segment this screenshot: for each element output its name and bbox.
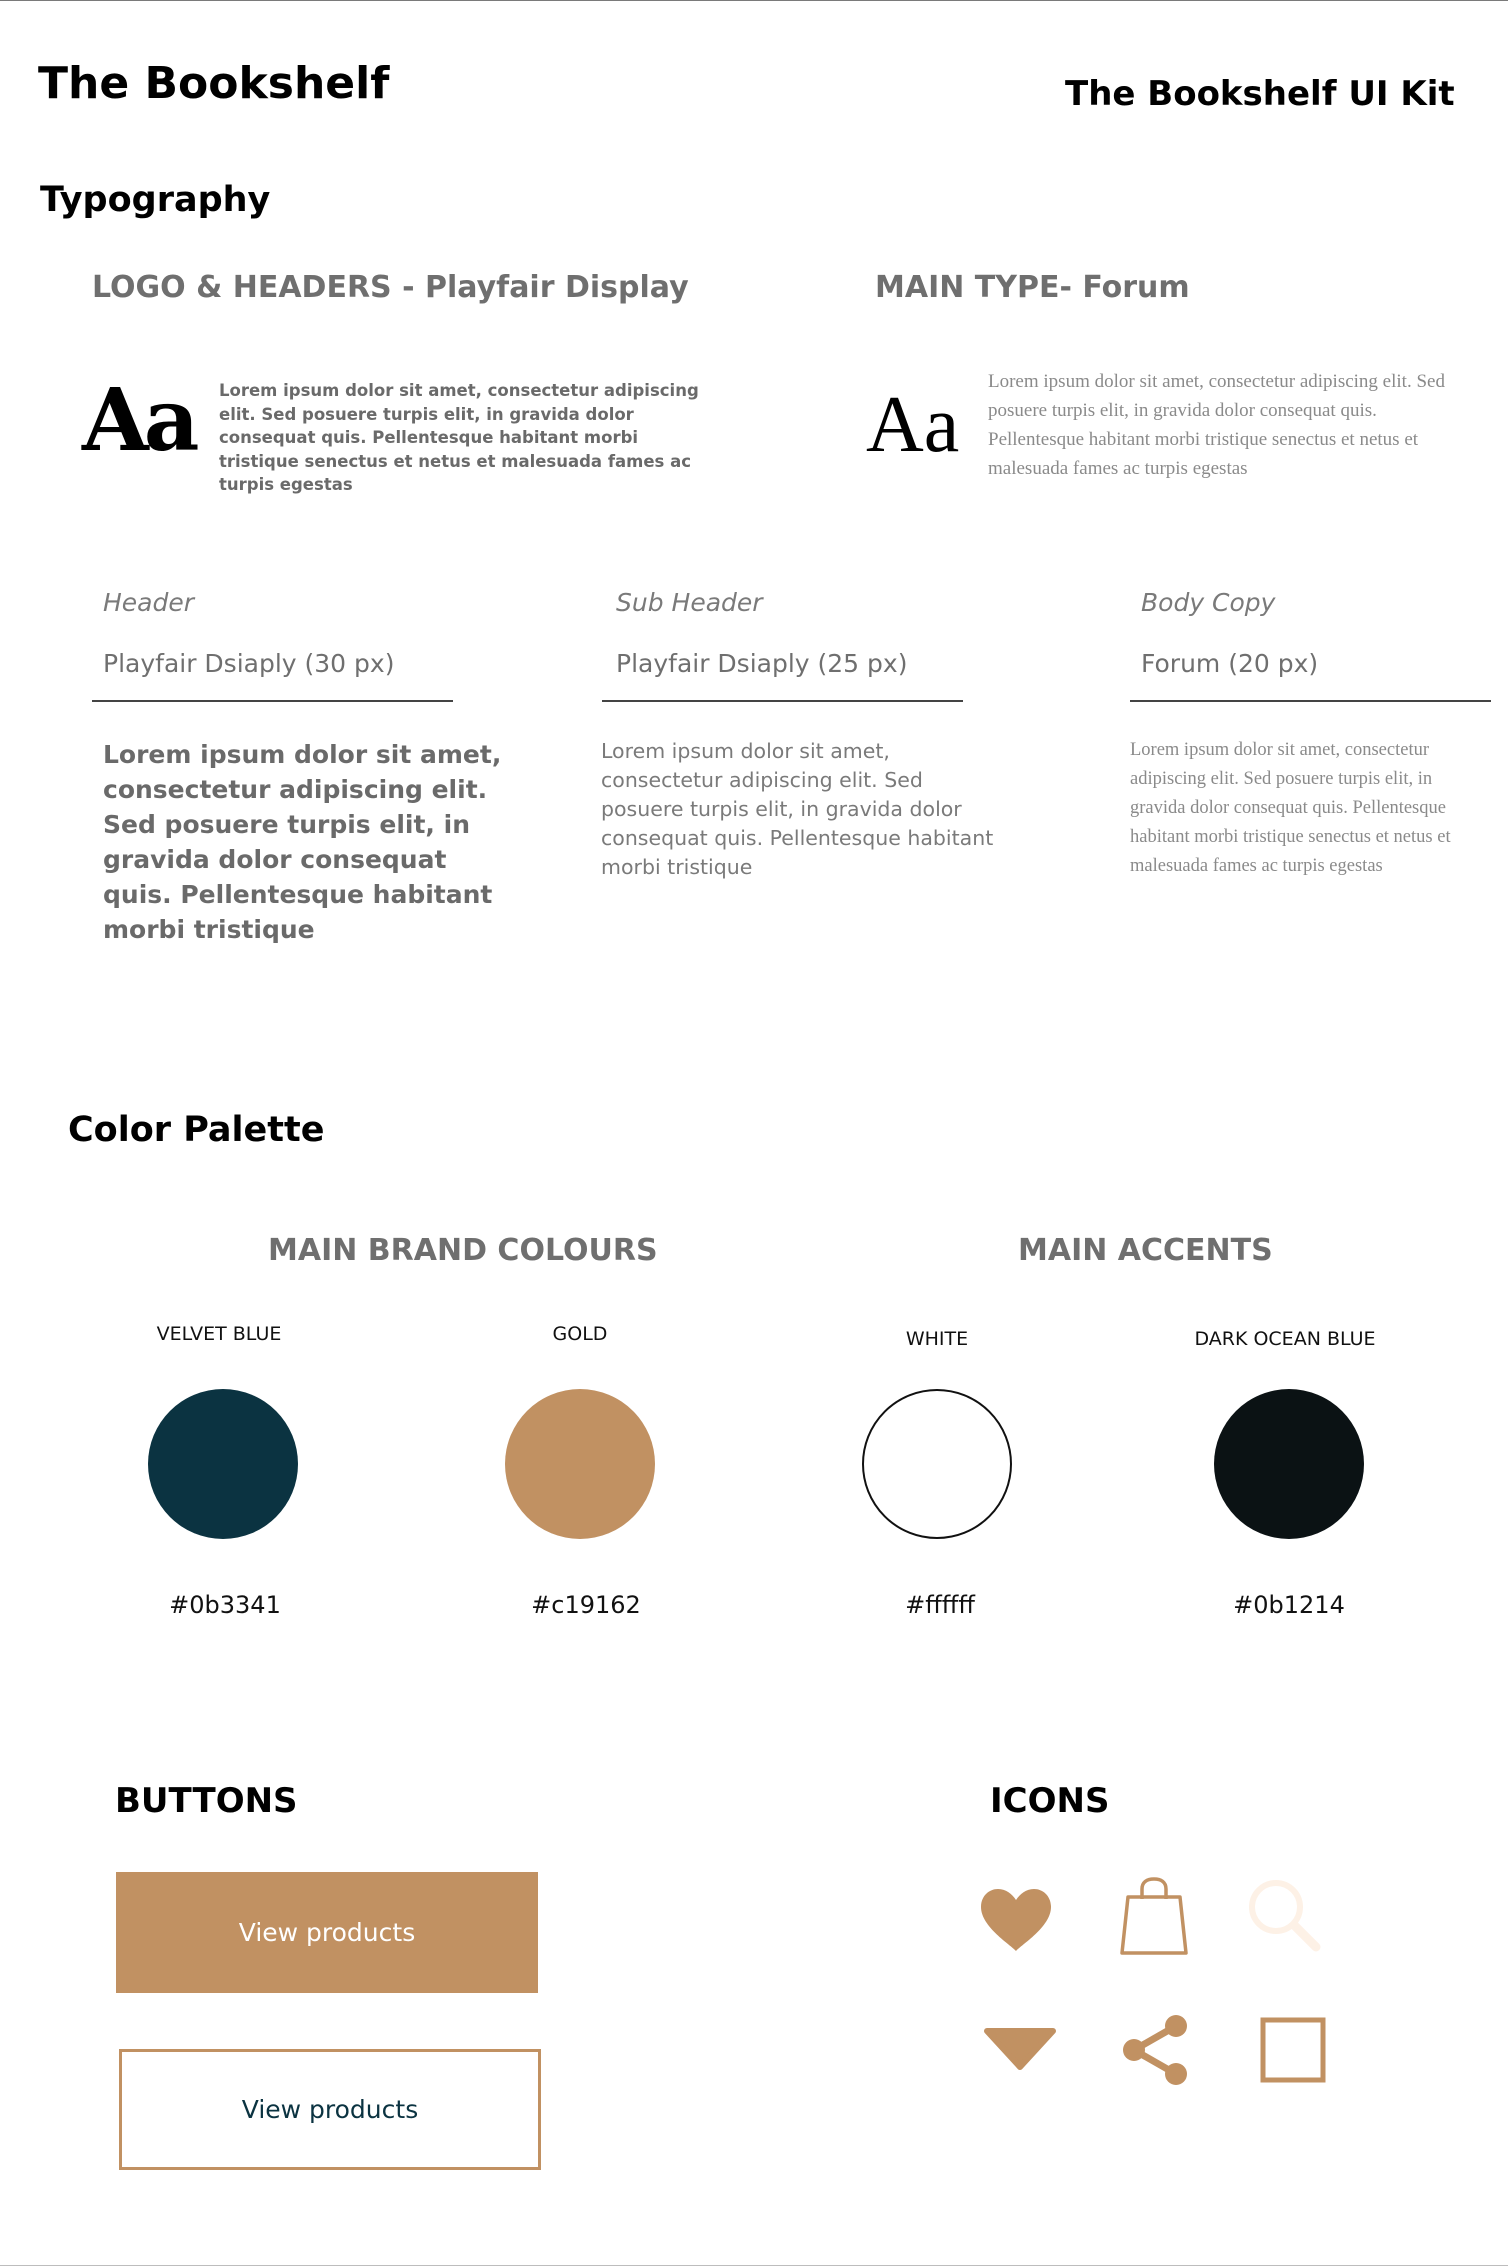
logo-headers-heading: LOGO & HEADERS - Playfair Display [92, 270, 689, 305]
square-icon[interactable] [1260, 2017, 1326, 2083]
hex-dark-ocean-blue: #0b1214 [1233, 1591, 1345, 1619]
subheader-style-label: Sub Header [616, 588, 763, 617]
top-border [0, 0, 1508, 1]
body-copy-style-sample: Lorem ipsum dolor sit amet, consectetur … [1130, 740, 1451, 876]
playfair-specimen: Aa [82, 370, 199, 471]
hex-white: #ffffff [905, 1591, 975, 1619]
swatch-gold [505, 1389, 655, 1539]
typography-title: Typography [40, 180, 271, 220]
swatch-velvet-blue [148, 1389, 298, 1539]
header-style-label: Header [103, 588, 195, 617]
hex-gold: #c19162 [531, 1591, 641, 1619]
forum-specimen: Aa [866, 381, 960, 469]
body-copy-style-label: Body Copy [1141, 588, 1276, 617]
forum-sample-text: Lorem ipsum dolor sit amet, consectetur … [988, 371, 1445, 479]
body-copy-style-size: Forum (20 px) [1141, 649, 1319, 678]
swatch-name-white: WHITE [905, 1328, 969, 1350]
search-icon[interactable] [1246, 1877, 1321, 1952]
swatch-dark-ocean-blue [1214, 1389, 1364, 1539]
accents-heading: MAIN ACCENTS [1018, 1233, 1273, 1268]
share-icon[interactable] [1120, 2014, 1192, 2086]
bottom-border [0, 2265, 1508, 2266]
subheader-style-size: Playfair Dsiaply (25 px) [616, 649, 908, 678]
view-products-button-outline[interactable]: View products [119, 2049, 541, 2170]
body-copy-style-rule [1130, 700, 1491, 702]
subheader-style-sample: Lorem ipsum dolor sit amet, consectetur … [601, 739, 994, 879]
swatch-name-dark-ocean-blue: DARK OCEAN BLUE [1194, 1328, 1376, 1350]
caret-down-icon[interactable] [983, 2027, 1057, 2071]
color-palette-title: Color Palette [68, 1110, 325, 1150]
hex-velvet-blue: #0b3341 [169, 1591, 281, 1619]
brand-title: The Bookshelf [38, 58, 390, 109]
swatch-white [862, 1389, 1012, 1539]
brand-colours-heading: MAIN BRAND COLOURS [268, 1233, 658, 1268]
swatch-name-gold: GOLD [552, 1323, 608, 1345]
buttons-title: BUTTONS [115, 1781, 298, 1821]
swatch-name-velvet-blue: VELVET BLUE [156, 1323, 282, 1345]
view-products-button-filled[interactable]: View products [116, 1872, 538, 1993]
main-type-heading: MAIN TYPE- Forum [875, 270, 1190, 305]
header-style-sample: Lorem ipsum dolor sit amet, consectetur … [103, 740, 502, 944]
icons-title: ICONS [990, 1781, 1110, 1821]
subheader-style-rule [602, 700, 963, 702]
header-style-rule [92, 700, 453, 702]
header-style-size: Playfair Dsiaply (30 px) [103, 649, 395, 678]
heart-icon[interactable] [979, 1887, 1053, 1953]
kit-title: The Bookshelf UI Kit [1065, 74, 1455, 114]
shopping-bag-icon[interactable] [1118, 1877, 1190, 1957]
playfair-sample-text: Lorem ipsum dolor sit amet, consectetur … [219, 381, 699, 494]
